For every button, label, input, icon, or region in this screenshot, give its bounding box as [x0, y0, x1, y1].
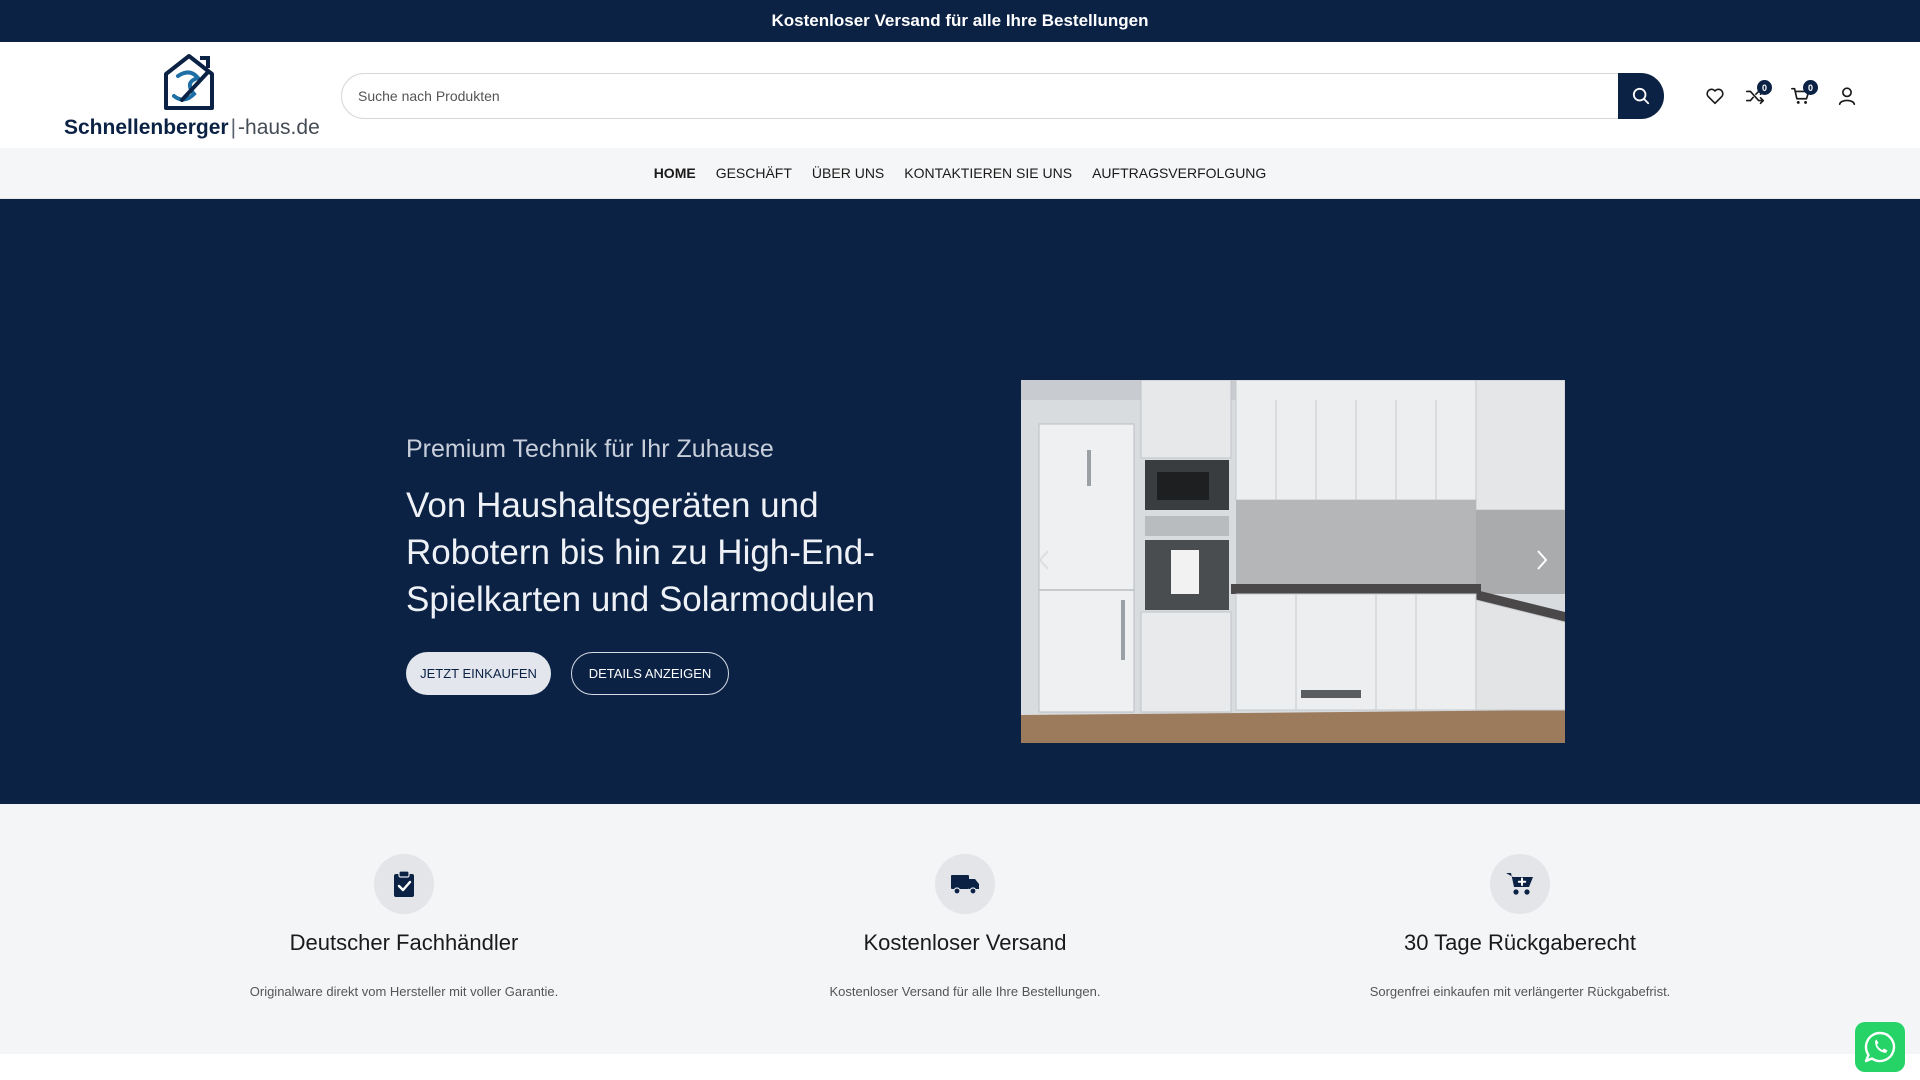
logo-brand: Schnellenberger — [64, 116, 229, 139]
feature-title: Kostenloser Versand — [863, 930, 1067, 955]
hero-subtitle: Premium Technik für Ihr Zuhause — [406, 435, 774, 463]
hero-title: Von Haushaltsgeräten und Robotern bis hi… — [406, 486, 875, 619]
search-button[interactable] — [1618, 73, 1664, 119]
heart-icon — [1706, 88, 1724, 105]
features-section: Deutscher Fachhändler Originalware direk… — [0, 804, 1920, 1054]
user-icon — [1838, 87, 1856, 106]
hero-slider[interactable] — [1021, 380, 1565, 743]
wishlist-button[interactable] — [1700, 78, 1730, 114]
search-bar — [341, 73, 1664, 119]
truck-icon — [951, 875, 979, 895]
compare-button[interactable]: 0 — [1740, 78, 1772, 114]
hero-section: Premium Technik für Ihr Zuhause Von Haus… — [0, 199, 1920, 804]
cart-plus-icon — [1506, 873, 1533, 895]
feature-icon-wrap — [1490, 854, 1550, 914]
cart-button[interactable]: 0 — [1786, 78, 1818, 114]
feature-icon-wrap — [374, 854, 434, 914]
search-icon — [1632, 87, 1650, 105]
logo-separator: | — [230, 116, 237, 139]
clipboard-check-icon — [394, 870, 414, 897]
announcement-bar: Kostenloser Versand für alle Ihre Bestel… — [0, 0, 1920, 42]
details-button[interactable]: DETAILS ANZEIGEN — [571, 652, 729, 695]
shop-now-button[interactable]: JETZT EINKAUFEN — [406, 652, 551, 695]
feature-title: Deutscher Fachhändler — [289, 930, 519, 955]
main-nav: HOME GESCHÄFT ÜBER UNS KONTAKTIEREN SIE … — [0, 148, 1920, 199]
kitchen-image — [1021, 380, 1565, 743]
feature-item: Kostenloser Versand Kostenloser Versand … — [755, 804, 1175, 1054]
slider-next-button[interactable] — [1527, 540, 1557, 580]
nav-item-about[interactable]: ÜBER UNS — [812, 161, 884, 185]
nav-item-shop[interactable]: GESCHÄFT — [716, 161, 792, 185]
logo-mark-icon — [164, 54, 214, 110]
announcement-text: Kostenloser Versand für alle Ihre Bestel… — [771, 11, 1149, 30]
logo-suffix: -haus.de — [238, 116, 320, 139]
feature-item: Deutscher Fachhändler Originalware direk… — [194, 804, 614, 1054]
feature-description: Sorgenfrei einkaufen mit verlängerter Rü… — [1369, 984, 1671, 999]
nav-item-contact[interactable]: KONTAKTIEREN SIE UNS — [904, 161, 1072, 185]
account-button[interactable] — [1832, 78, 1862, 114]
feature-description: Kostenloser Versand für alle Ihre Bestel… — [829, 984, 1101, 999]
search-input[interactable] — [358, 74, 1588, 118]
cart-count-badge: 0 — [1803, 80, 1818, 95]
logo-text: Schnellenberger|-haus.de — [64, 116, 320, 140]
nav-item-order-tracking[interactable]: AUFTRAGSVERFOLGUNG — [1092, 161, 1266, 185]
nav-item-home[interactable]: HOME — [654, 161, 696, 185]
feature-icon-wrap — [935, 854, 995, 914]
slider-prev-button[interactable] — [1029, 540, 1059, 580]
feature-description: Originalware direkt vom Hersteller mit v… — [249, 984, 559, 999]
whatsapp-button[interactable] — [1855, 1022, 1905, 1072]
compare-count-badge: 0 — [1757, 80, 1772, 95]
site-header: Schnellenberger|-haus.de 0 — [0, 42, 1920, 148]
chevron-right-icon — [1537, 550, 1548, 570]
feature-title: 30 Tage Rückgaberecht — [1404, 930, 1636, 955]
whatsapp-icon — [1864, 1031, 1896, 1063]
feature-item: 30 Tage Rückgaberecht Sorgenfrei einkauf… — [1310, 804, 1730, 1054]
header-icons: 0 0 — [1700, 78, 1870, 114]
logo[interactable]: Schnellenberger|-haus.de — [64, 52, 320, 144]
chevron-left-icon — [1038, 550, 1049, 570]
